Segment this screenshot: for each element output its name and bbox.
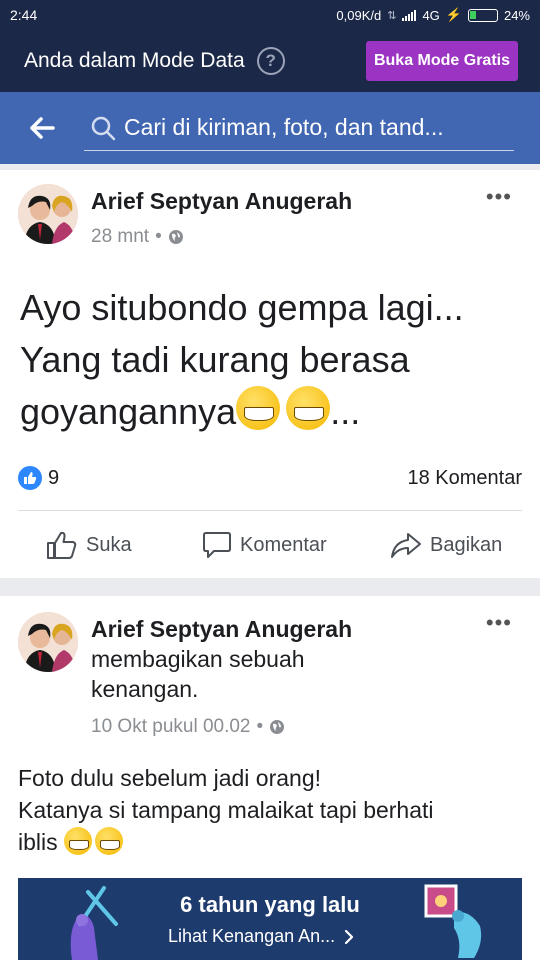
avatar[interactable] xyxy=(18,184,78,244)
grin-emoji-icon xyxy=(64,827,93,855)
post-text: Ayo situbondo gempa lagi... Yang tadi ku… xyxy=(20,282,530,438)
signal-icon xyxy=(402,9,417,21)
like-button-label: Suka xyxy=(86,533,132,556)
screen: 2:44 0,09K/d ⇅ 4G ⚡ 24% Anda dalam Mode … xyxy=(0,0,540,960)
post-text-word: goyangannya xyxy=(20,391,237,432)
like-button[interactable]: Suka xyxy=(46,530,132,560)
more-options-icon[interactable]: ••• xyxy=(486,610,512,636)
like-reaction-icon[interactable] xyxy=(18,466,42,490)
separator-dot: • xyxy=(256,716,264,737)
network-type: 4G xyxy=(422,7,440,23)
post-text-line: Katanya si tampang malaikat tapi berhati xyxy=(18,797,434,823)
globe-icon xyxy=(168,230,183,244)
comment-icon xyxy=(203,532,231,558)
more-options-icon[interactable]: ••• xyxy=(486,184,512,210)
battery-icon xyxy=(467,8,498,22)
search-input[interactable]: Cari di kiriman, foto, dan tand... xyxy=(84,105,514,151)
search-placeholder: Cari di kiriman, foto, dan tand... xyxy=(124,114,444,140)
post-author[interactable]: Arief Septyan Anugerah xyxy=(91,616,352,643)
comment-count[interactable]: 18 Komentar xyxy=(407,467,522,490)
like-count[interactable]: 9 xyxy=(48,467,59,490)
charging-icon: ⚡ xyxy=(445,7,462,22)
post-stats: 9 18 Komentar xyxy=(18,466,522,490)
data-mode-label: Anda dalam Mode Data xyxy=(24,49,245,72)
shared-text-line: kenangan. xyxy=(91,676,199,702)
post-text-line: Foto dulu sebelum jadi orang! xyxy=(18,765,322,791)
grin-emoji-icon xyxy=(236,386,281,430)
status-indicators: 0,09K/d ⇅ 4G ⚡ 24% xyxy=(336,7,530,23)
memory-right-illustration xyxy=(424,884,482,958)
share-button[interactable]: Bagikan xyxy=(390,531,502,559)
post-meta: 28 mnt • xyxy=(91,226,184,248)
data-transfer-icon: ⇅ xyxy=(387,9,397,22)
status-bar: 2:44 0,09K/d ⇅ 4G ⚡ 24% xyxy=(0,0,540,30)
memory-link-label: Lihat Kenangan An... xyxy=(168,926,336,946)
share-button-label: Bagikan xyxy=(430,533,503,556)
like-icon xyxy=(47,531,77,559)
post-meta: 10 Okt pukul 00.02 • xyxy=(91,716,285,738)
data-mode-bar: Anda dalam Mode Data ? Buka Mode Gratis xyxy=(0,30,540,92)
post-text: Foto dulu sebelum jadi orang! Katanya si… xyxy=(18,762,528,858)
grin-emoji-icon xyxy=(286,386,331,430)
separator-dot: • xyxy=(155,226,162,247)
search-icon xyxy=(91,116,116,140)
share-icon xyxy=(391,533,421,558)
post-text-word: iblis xyxy=(18,829,58,855)
post-actions: Suka Komentar Bagikan xyxy=(0,520,540,570)
post-card: Arief Septyan Anugerah ••• 28 mnt • Ayo … xyxy=(0,170,540,578)
network-speed: 0,09K/d xyxy=(336,7,382,23)
post-text-line: Yang tadi kurang berasa xyxy=(20,339,410,380)
post-author[interactable]: Arief Septyan Anugerah xyxy=(91,188,352,215)
memory-link[interactable]: Lihat Kenangan An... xyxy=(168,926,355,947)
comment-button[interactable]: Komentar xyxy=(202,531,327,559)
post-text-line: Ayo situbondo gempa lagi... xyxy=(20,287,464,328)
post-text-line-3: iblis xyxy=(18,826,528,858)
free-mode-button[interactable]: Buka Mode Gratis xyxy=(365,41,518,81)
divider xyxy=(18,510,522,511)
post-text-ellipsis: ... xyxy=(330,391,361,432)
back-arrow-icon[interactable] xyxy=(0,117,84,139)
avatar[interactable] xyxy=(18,612,78,672)
globe-icon xyxy=(270,720,285,734)
shared-text-line: membagikan sebuah xyxy=(91,646,305,672)
post-time[interactable]: 28 mnt xyxy=(91,226,149,248)
grin-emoji-icon xyxy=(95,827,124,855)
memory-card[interactable]: 6 tahun yang lalu Lihat Kenangan An... xyxy=(18,878,522,960)
post-card: Arief Septyan Anugerah ••• membagikan se… xyxy=(0,596,540,960)
post-time[interactable]: 10 Okt pukul 00.02 xyxy=(91,716,251,738)
chevron-right-icon xyxy=(345,929,354,944)
battery-level: 24% xyxy=(503,7,530,23)
help-icon[interactable]: ? xyxy=(256,47,285,75)
search-bar: Cari di kiriman, foto, dan tand... xyxy=(0,92,540,164)
shared-memory-text: membagikan sebuah kenangan. xyxy=(91,644,391,704)
comment-button-label: Komentar xyxy=(240,533,327,556)
post-text-line-3: goyangannya... xyxy=(20,386,530,438)
status-time: 2:44 xyxy=(10,7,38,23)
